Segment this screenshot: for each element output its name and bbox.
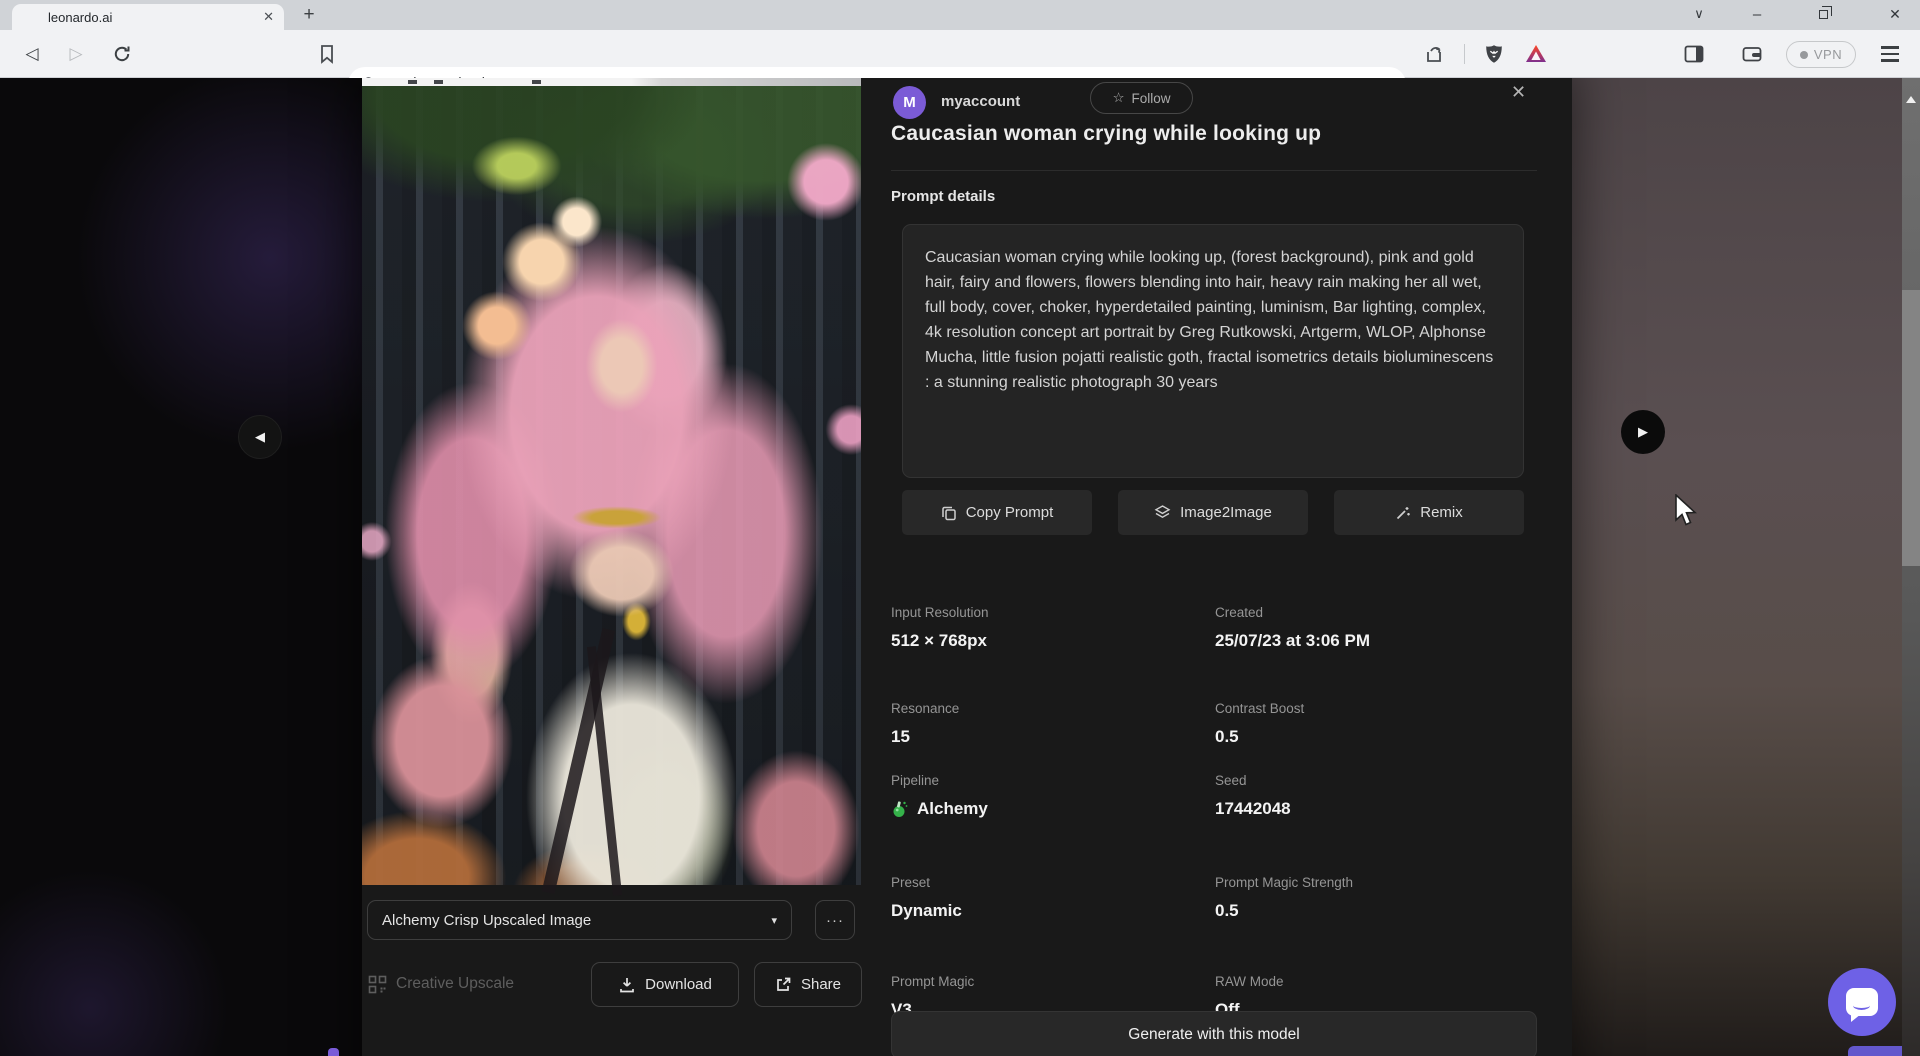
browser-tab-strip: leonardo.ai ✕ + ∨ – ✕ [0,0,1920,30]
follow-button[interactable]: ☆ Follow [1090,82,1193,114]
meta-resonance: Resonance 15 [891,700,1201,749]
page-content: Alchemy Crisp Upscaled Image ▾ ··· Creat… [0,78,1920,1056]
back-button[interactable]: ◁ [14,30,50,78]
meta-prompt-magic-strength: Prompt Magic Strength 0.5 [1215,874,1525,923]
vpn-label: VPN [1814,47,1842,62]
backdrop-right [1572,78,1902,1056]
meta-preset: Preset Dynamic [891,874,1201,923]
image-detail-modal: Alchemy Crisp Upscaled Image ▾ ··· Creat… [362,78,1572,1056]
image-top-edge [362,78,861,86]
download-label: Download [645,976,712,993]
layers-icon [1154,504,1171,521]
follow-label: Follow [1132,91,1171,106]
cutoff-element [1848,1046,1908,1056]
share-button[interactable]: Share [754,962,862,1007]
share-page-icon[interactable] [1416,30,1452,78]
download-icon [618,976,636,994]
upscale-grid-icon [368,975,387,994]
bookmarks-icon[interactable] [310,30,344,78]
browser-tab[interactable]: leonardo.ai ✕ [12,4,284,30]
tab-close-icon[interactable]: ✕ [263,9,274,25]
image-detail [587,646,622,896]
creative-upscale-label: Creative Upscale [396,975,514,993]
new-tab-button[interactable]: + [296,3,322,27]
sidebar-icon[interactable] [1676,30,1712,78]
image2image-button[interactable]: Image2Image [1118,490,1308,535]
page-scrollbar[interactable] [1902,78,1920,1056]
toolbar-divider [1464,44,1465,64]
brave-shield-icon[interactable] [1476,30,1512,78]
share-label: Share [801,976,841,993]
download-button[interactable]: Download [591,962,739,1007]
wand-icon [1395,505,1411,521]
generate-with-model-button[interactable]: Generate with this model [891,1011,1537,1056]
username[interactable]: myaccount [941,93,1020,110]
brave-rewards-icon[interactable] [1518,30,1554,78]
meta-created: Created 25/07/23 at 3:06 PM [1215,604,1525,653]
creative-upscale-button[interactable]: Creative Upscale [368,962,514,1006]
prompt-text-box: Caucasian woman crying while looking up,… [902,224,1524,478]
vpn-badge[interactable]: VPN [1786,41,1856,68]
alchemy-flask-icon [891,800,909,818]
forward-button: ▷ [58,30,94,78]
window-restore-button[interactable] [1806,0,1840,28]
screen: leonardo.ai ✕ + ∨ – ✕ ◁ ▷ app.leonardo.a… [0,0,1920,1056]
share-icon [775,976,792,993]
remix-button[interactable]: Remix [1334,490,1524,535]
meta-input-resolution: Input Resolution 512 × 768px [891,604,1201,653]
close-icon[interactable]: ✕ [1511,82,1526,103]
browser-menu-icon[interactable] [1872,30,1908,78]
leonardo-favicon-icon [22,9,39,26]
copy-prompt-label: Copy Prompt [966,504,1054,521]
chevron-down-icon: ▾ [771,914,777,927]
divider [891,170,1537,171]
reload-button[interactable] [104,30,140,78]
page-title: Caucasian woman crying while looking up [891,122,1321,146]
chat-launcher-button[interactable] [1828,968,1896,1036]
meta-contrast-boost: Contrast Boost 0.5 [1215,700,1525,749]
image2image-label: Image2Image [1180,504,1272,521]
window-close-button[interactable]: ✕ [1878,0,1912,28]
meta-seed: Seed 17442048 [1215,772,1525,821]
vpn-status-dot-icon [1800,51,1808,59]
remix-label: Remix [1420,504,1463,521]
tab-search-chevron-icon[interactable]: ∨ [1682,0,1716,28]
cutoff-element [328,1048,339,1056]
scrollbar-thumb[interactable] [1902,290,1920,566]
star-icon: ☆ [1112,90,1124,106]
previous-image-button[interactable]: ◀ [238,415,282,459]
chat-bubble-icon [1846,988,1878,1016]
tab-title: leonardo.ai [48,10,263,25]
window-minimize-button[interactable]: – [1740,0,1774,28]
copy-prompt-button[interactable]: Copy Prompt [902,490,1092,535]
more-options-button[interactable]: ··· [815,900,855,940]
scroll-up-arrow-icon[interactable] [1906,96,1916,103]
browser-toolbar: ◁ ▷ app.leonardo.ai VPN [0,30,1920,78]
mouse-cursor [1674,494,1700,528]
copy-icon [941,505,957,521]
avatar[interactable]: M [893,86,926,119]
variant-dropdown[interactable]: Alchemy Crisp Upscaled Image ▾ [367,900,792,940]
prompt-details-heading: Prompt details [891,188,995,205]
prompt-actions-row: Copy Prompt Image2Image Remix [902,490,1524,535]
wallet-icon[interactable] [1734,30,1770,78]
generated-image[interactable] [362,86,861,885]
next-image-button[interactable]: ▶ [1621,410,1665,454]
meta-pipeline: Pipeline Alchemy [891,772,1201,821]
variant-label: Alchemy Crisp Upscaled Image [382,912,591,929]
detail-panel: M myaccount ☆ Follow ✕ Caucasian woman c… [891,78,1537,1056]
backdrop-glow [0,858,240,1056]
